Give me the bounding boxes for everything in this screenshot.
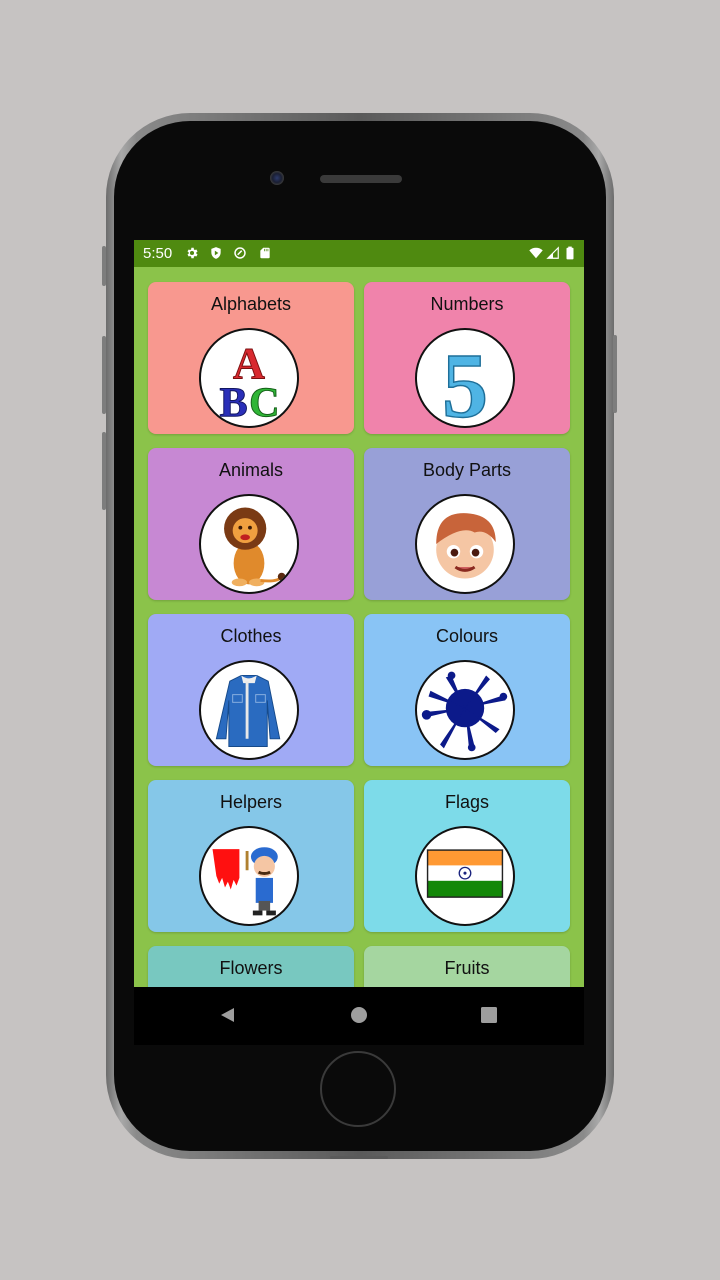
category-card-colours[interactable]: Colours bbox=[364, 614, 570, 766]
painter-icon bbox=[199, 826, 299, 926]
data-saver-icon bbox=[234, 247, 246, 259]
category-label: Clothes bbox=[220, 626, 282, 646]
front-camera bbox=[270, 171, 284, 185]
boy-face-icon bbox=[415, 494, 515, 594]
wifi-icon bbox=[529, 247, 543, 259]
category-label: Animals bbox=[218, 460, 284, 480]
earpiece-speaker bbox=[320, 175, 402, 183]
number-five-icon: 5 bbox=[415, 328, 515, 428]
volume-up-button bbox=[102, 336, 106, 414]
category-card-body-parts[interactable]: Body Parts bbox=[364, 448, 570, 600]
power-button bbox=[613, 335, 617, 413]
cellular-signal-icon bbox=[546, 246, 559, 259]
category-label: Flags bbox=[444, 792, 489, 812]
home-icon[interactable] bbox=[349, 1005, 369, 1025]
back-icon[interactable] bbox=[218, 1005, 238, 1025]
denim-jacket-icon bbox=[199, 660, 299, 760]
category-card-clothes[interactable]: Clothes bbox=[148, 614, 354, 766]
category-card-flags[interactable]: Flags bbox=[364, 780, 570, 932]
category-label: Colours bbox=[435, 626, 499, 646]
volume-down-button bbox=[102, 432, 106, 510]
bottom-edge bbox=[330, 1156, 388, 1159]
india-flag-icon bbox=[415, 826, 515, 926]
category-card-flowers[interactable]: Flowers bbox=[148, 946, 354, 987]
recents-icon[interactable] bbox=[479, 1005, 499, 1025]
status-time: 5:50 bbox=[143, 245, 173, 262]
sd-card-icon bbox=[260, 247, 270, 259]
navigation-bar bbox=[134, 987, 584, 1045]
category-label: Flowers bbox=[219, 958, 283, 978]
settings-icon bbox=[187, 247, 198, 259]
paint-splash-icon bbox=[415, 660, 515, 760]
status-bar: 5:50 bbox=[134, 240, 584, 267]
svg-text:C: C bbox=[249, 379, 280, 426]
category-card-alphabets[interactable]: Alphabets A B C bbox=[148, 282, 354, 434]
category-card-fruits[interactable]: Fruits bbox=[364, 946, 570, 987]
category-grid: Alphabets A B C Numbers 5 Animals Body P… bbox=[134, 267, 584, 987]
category-card-animals[interactable]: Animals bbox=[148, 448, 354, 600]
category-card-numbers[interactable]: Numbers 5 bbox=[364, 282, 570, 434]
abc-letters-icon: A B C bbox=[199, 328, 299, 428]
category-label: Body Parts bbox=[422, 460, 512, 480]
hardware-home-button[interactable] bbox=[320, 1051, 396, 1127]
category-label: Fruits bbox=[444, 958, 490, 978]
lion-icon bbox=[199, 494, 299, 594]
mute-switch bbox=[102, 246, 106, 286]
svg-text:5: 5 bbox=[442, 334, 488, 426]
svg-text:B: B bbox=[220, 379, 248, 426]
category-card-helpers[interactable]: Helpers bbox=[148, 780, 354, 932]
play-protect-icon bbox=[211, 247, 221, 259]
screen: 5:50 Alphabets A B C Numbers 5 Animals B… bbox=[134, 240, 584, 1045]
category-label: Numbers bbox=[430, 294, 504, 314]
category-label: Helpers bbox=[219, 792, 283, 812]
battery-icon bbox=[566, 246, 574, 260]
category-label: Alphabets bbox=[210, 294, 292, 314]
